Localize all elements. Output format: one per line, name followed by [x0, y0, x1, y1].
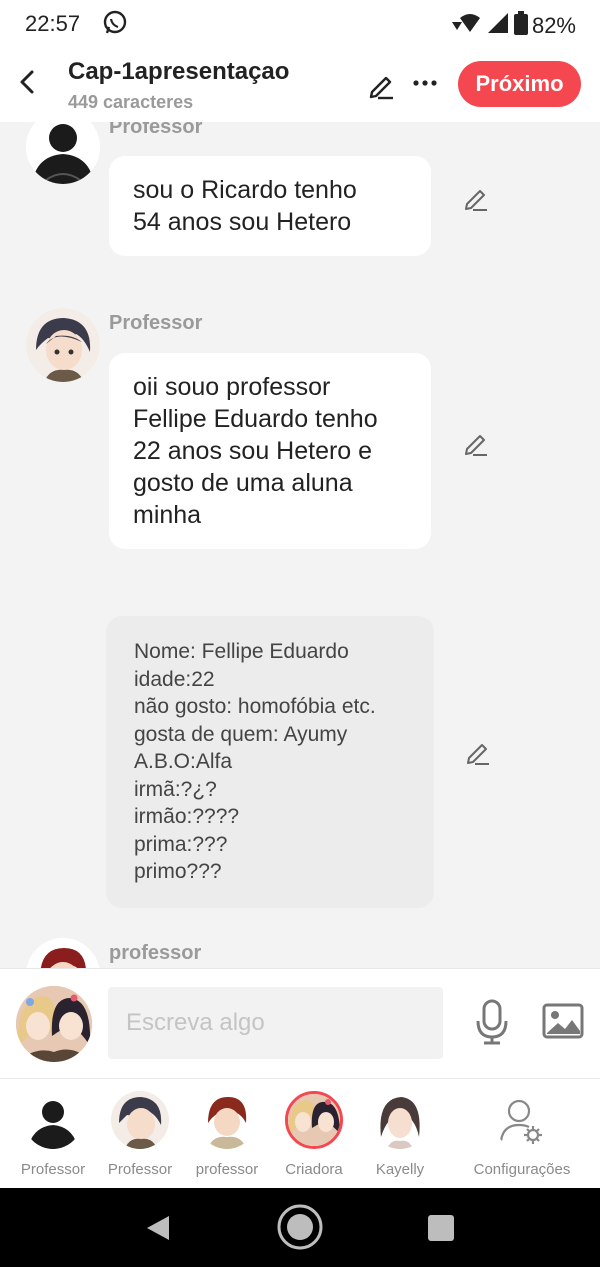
chapter-title[interactable]: Cap-1apresentaçao — [68, 58, 289, 86]
chat-area[interactable]: Professor sou o Ricardo tenho 54 anos so… — [0, 122, 600, 968]
battery-percent: 82% — [531, 13, 576, 38]
whatsapp-icon — [101, 9, 129, 42]
settings-label: Configurações — [473, 1161, 571, 1178]
message-input[interactable] — [108, 987, 443, 1059]
character-label: Kayelly — [375, 1161, 425, 1178]
narration-line: irmã:?¿? — [134, 777, 217, 801]
current-character-avatar[interactable] — [16, 986, 92, 1062]
message-line: sou o Ricardo tenho — [133, 176, 357, 204]
image-upload-icon[interactable] — [542, 1003, 584, 1044]
narration-line: primo??? — [134, 860, 222, 883]
message-avatar[interactable] — [26, 938, 100, 968]
microphone-icon[interactable] — [474, 999, 510, 1050]
character-label: Professor — [20, 1161, 86, 1178]
narration-line: idade:22 — [134, 667, 215, 691]
status-bar: 22:57 82% — [0, 0, 600, 48]
character-tab-selected[interactable]: Criadora — [269, 1091, 359, 1178]
message-bubble[interactable]: sou o Ricardo tenho 54 anos sou Hetero — [109, 156, 431, 256]
message-sender: Professor — [109, 312, 203, 334]
status-time: 22:57 — [25, 11, 81, 36]
character-avatar — [285, 1091, 343, 1149]
character-tab[interactable]: Professor — [8, 1091, 98, 1178]
character-label: Professor — [107, 1161, 173, 1178]
message-sender: Professor — [109, 122, 203, 138]
message-line: oii souo professor — [133, 373, 331, 401]
narration-line: não gosto: homofóbia etc. — [134, 695, 376, 718]
chapter-header: Cap-1apresentaçao 449 caracteres Próximo — [0, 48, 600, 122]
edit-message-pencil-icon[interactable] — [462, 184, 490, 217]
settings-tab[interactable]: Configurações — [466, 1091, 578, 1178]
narration-line: gosta de quem: Ayumy — [134, 722, 348, 746]
character-avatar — [371, 1091, 429, 1149]
system-nav-bar — [0, 1188, 600, 1267]
message-sender: professor — [109, 942, 202, 964]
nav-back-icon[interactable] — [145, 1214, 171, 1247]
character-tab[interactable]: Professor — [95, 1091, 185, 1178]
message-bubble[interactable]: oii souo professor Fellipe Eduardo tenho… — [109, 353, 431, 549]
edit-message-pencil-icon[interactable] — [464, 738, 492, 771]
wifi-icon — [448, 12, 482, 40]
back-arrow-icon[interactable] — [16, 68, 40, 96]
narration-line: irmão:???? — [134, 805, 240, 828]
message-line: 54 anos sou Hetero — [133, 208, 352, 236]
composer-bar — [0, 968, 600, 1078]
more-options-icon[interactable] — [412, 70, 438, 96]
battery-icon — [513, 11, 528, 41]
message-avatar[interactable] — [26, 122, 100, 184]
narration-line: Nome: Fellipe Eduardo — [134, 640, 349, 663]
signal-icon — [486, 12, 510, 40]
message-avatar[interactable] — [26, 308, 100, 382]
character-avatar — [198, 1091, 256, 1149]
edit-title-pencil-icon[interactable] — [366, 70, 396, 105]
message-line: minha — [133, 501, 202, 529]
character-count: 449 caracteres — [68, 92, 194, 112]
message-line: Fellipe Eduardo tenho — [133, 405, 378, 433]
character-avatar — [24, 1091, 82, 1149]
character-selector: Professor Professor professor Criadora K… — [0, 1078, 600, 1188]
next-button[interactable]: Próximo — [458, 61, 581, 107]
nav-home-icon[interactable] — [276, 1203, 324, 1256]
character-label: professor — [195, 1161, 259, 1178]
status-indicators: 82% — [448, 11, 576, 41]
narration-line: A.B.O:Alfa — [134, 750, 233, 773]
message-line: 22 anos sou Hetero e — [133, 437, 373, 465]
character-tab[interactable]: Kayelly — [355, 1091, 445, 1178]
edit-message-pencil-icon[interactable] — [462, 429, 490, 462]
narration-bubble[interactable]: Nome: Fellipe Eduardo idade:22 não gosto… — [106, 616, 434, 908]
character-tab[interactable]: professor — [182, 1091, 272, 1178]
narration-line: prima:??? — [134, 832, 228, 856]
settings-user-gear-icon — [493, 1091, 551, 1149]
message-line: gosto de uma aluna — [133, 469, 353, 497]
story-editor-screen: 22:57 82% Cap-1apresentaçao 449 caracter… — [0, 0, 600, 1267]
character-label: Criadora — [285, 1161, 343, 1178]
character-avatar — [111, 1091, 169, 1149]
nav-recent-apps-icon[interactable] — [428, 1215, 454, 1241]
